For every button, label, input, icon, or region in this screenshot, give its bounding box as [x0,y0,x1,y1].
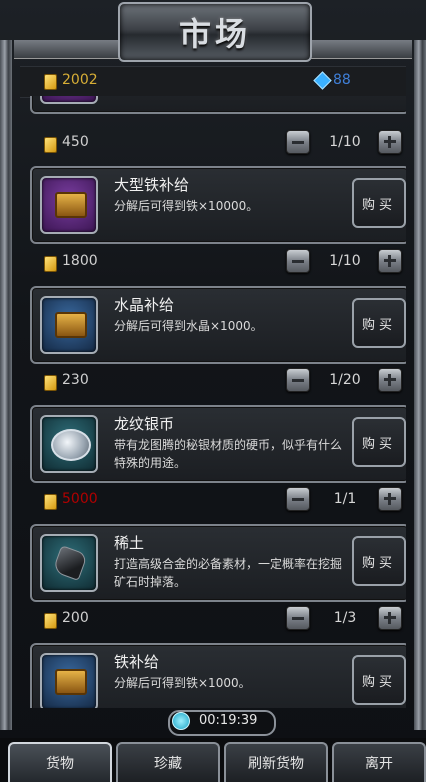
decrease-button[interactable] [286,606,310,630]
item-price: 450 [62,134,89,150]
gold-icon [44,494,57,510]
item-description: 打造高级合金的必备素材，一定概率在挖掘矿石时掉落。 [114,557,343,589]
chest-icon [55,192,87,218]
item-icon-box [40,653,98,708]
coin-icon [51,429,91,461]
item-description: 带有龙图腾的秘银材质的硬币，似乎有什么特殊的用途。 [114,438,343,470]
item-quantity: 1/10 [329,134,361,150]
gold-icon [44,613,57,629]
increase-button[interactable] [378,368,402,392]
title-plate: 市场 [118,2,312,62]
increase-button[interactable] [378,249,402,273]
item-icon-box [40,534,98,592]
increase-button[interactable] [378,487,402,511]
tab-leave[interactable]: 离开 [332,742,426,782]
item-quantity: 1/1 [333,491,357,507]
item-name: 大型铁补给 [114,176,190,194]
item-list[interactable]: 450 1/10 大型铁补给 分解后可得到铁×10000。 购买 1800 1/… [20,96,406,708]
gem-amount: 88 [333,72,351,88]
decrease-button[interactable] [286,249,310,273]
gold-icon [44,137,57,153]
gold-icon [44,375,57,391]
decrease-button[interactable] [286,487,310,511]
chest-icon [55,312,87,338]
buy-button[interactable]: 购买 [352,178,406,228]
buy-button[interactable]: 购买 [352,417,406,467]
item-icon-box [40,296,98,354]
item-price: 5000 [62,491,98,507]
decrease-button[interactable] [286,130,310,154]
ore-icon [52,545,88,581]
item-icon-box [40,176,98,234]
increase-button[interactable] [378,606,402,630]
item-name: 铁补给 [114,653,160,671]
item-card-partial [30,96,406,114]
item-card: 稀土 打造高级合金的必备素材，一定概率在挖掘矿石时掉落。 购买 [30,524,406,602]
frame-border-left [0,40,12,730]
gold-icon [44,74,57,90]
refresh-timer: 00:19:39 [199,713,258,728]
price-row: 5000 1/1 [20,481,406,521]
item-card: 水晶补给 分解后可得到水晶×1000。 购买 [30,286,406,364]
page-title: 市场 [178,15,251,53]
price-row: 200 1/3 [20,600,406,640]
item-price: 200 [62,610,89,626]
item-price: 1800 [62,253,98,269]
frame-border-right [414,40,426,730]
item-description: 分解后可得到铁×1000。 [114,676,251,690]
item-icon-box [40,415,98,473]
decrease-button[interactable] [286,368,310,392]
item-price: 230 [62,372,89,388]
price-row: 230 1/20 [20,362,406,402]
increase-button[interactable] [378,130,402,154]
item-card: 大型铁补给 分解后可得到铁×10000。 购买 [30,166,406,244]
buy-button[interactable]: 购买 [352,536,406,586]
tab-refresh-goods[interactable]: 刷新货物 [224,742,328,782]
buy-button[interactable]: 购买 [352,655,406,705]
item-name: 龙纹银币 [114,415,175,433]
item-name: 水晶补给 [114,296,175,314]
gold-icon [44,256,57,272]
item-icon-box [40,96,98,104]
item-description: 分解后可得到铁×10000。 [114,199,259,213]
tab-goods[interactable]: 货物 [8,742,112,782]
tab-collection[interactable]: 珍藏 [116,742,220,782]
item-quantity: 1/3 [333,610,357,626]
item-quantity: 1/10 [329,253,361,269]
item-quantity: 1/20 [329,372,361,388]
item-name: 稀土 [114,534,145,552]
item-card: 铁补给 分解后可得到铁×1000。 购买 [30,643,406,708]
item-card: 龙纹银币 带有龙图腾的秘银材质的硬币，似乎有什么特殊的用途。 购买 [30,405,406,483]
price-row: 1800 1/10 [20,243,406,283]
chest-icon [55,669,87,695]
price-row: 450 1/10 [20,124,406,164]
item-description: 分解后可得到水晶×1000。 [114,319,263,333]
buy-button[interactable]: 购买 [352,298,406,348]
gold-amount: 2002 [62,72,98,88]
clock-icon [172,712,190,730]
